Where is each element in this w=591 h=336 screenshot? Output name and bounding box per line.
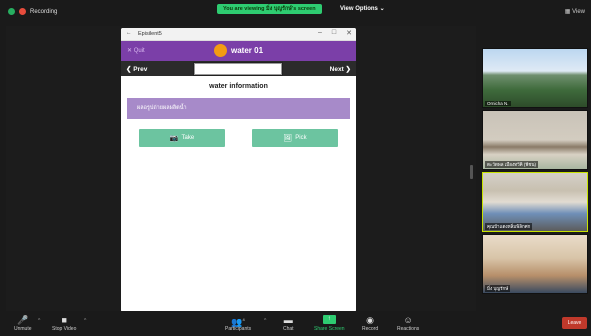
maximize-icon[interactable]: □ (332, 29, 336, 37)
unmute-button[interactable]: 🎤 Unmute (14, 315, 32, 332)
leave-button[interactable]: Leave (562, 317, 587, 329)
window-titlebar: ← Episilent5 – □ ✕ (121, 28, 356, 41)
participant-tile[interactable]: ตะวัดพล เมืองทวีคิ (พีชน) (482, 110, 588, 170)
window-title: Episilent5 (138, 31, 162, 37)
record-label: Record (362, 326, 379, 332)
chat-icon: ▬ (283, 315, 293, 325)
share-screen-label: Share Screen (314, 326, 345, 332)
reactions-button[interactable]: ☺ Reactions (397, 315, 419, 332)
app-logo (214, 44, 227, 57)
viewing-banner: You are viewing มิ่ง บุญรักษ์'s screen (217, 4, 322, 14)
close-icon[interactable]: ✕ (346, 29, 352, 37)
gallery-resize-handle[interactable] (470, 165, 473, 179)
mic-muted-icon: 🎤 (17, 315, 29, 325)
record-dot-icon (19, 8, 26, 15)
participants-count: 4 (242, 317, 245, 322)
participants-chevron-icon[interactable]: ^ (264, 318, 266, 324)
stop-video-label: Stop Video (52, 326, 77, 332)
participant-tile[interactable]: มิ่ง บุญรักษ์ (482, 234, 588, 294)
photo-buttons: 📷 Take 🖼 Pick (121, 129, 356, 147)
app-header: ✕ Quit water 01 (121, 41, 356, 61)
video-options-chevron-icon[interactable]: ^ (84, 318, 86, 324)
video-camera-icon: ■ (61, 315, 67, 325)
participants-label: Participants (225, 326, 252, 332)
chat-button[interactable]: ▬ Chat (283, 315, 294, 332)
view-options-button[interactable]: View Options ⌄ (340, 5, 385, 12)
share-screen-button[interactable]: ↑ Share Screen (314, 315, 345, 332)
prev-button[interactable]: ❮ Prev (126, 65, 147, 73)
shared-app-window: ← Episilent5 – □ ✕ ✕ Quit water 01 ❮ Pre… (121, 28, 356, 312)
unmute-label: Unmute (14, 326, 32, 332)
participant-tile-active-speaker[interactable]: คุณป้าแตงหลิ่มพิลิกศก (482, 172, 588, 232)
section-title: water information (209, 83, 268, 90)
back-arrow-icon[interactable]: ← (126, 30, 132, 36)
participant-name: คุณป้าแตงหลิ่มพิลิกศก (485, 223, 533, 230)
record-button[interactable]: ◉ Record (362, 315, 378, 332)
reactions-icon: ☺ (403, 315, 413, 325)
participant-tile[interactable]: Ornicha N. (482, 48, 588, 108)
recording-indicator: Recording (8, 8, 57, 15)
app-title: water 01 (231, 46, 264, 55)
view-label: View (572, 9, 585, 15)
participant-gallery: Ornicha N. ตะวัดพล เมืองทวีคิ (พีชน) คุณ… (482, 48, 588, 296)
nav-input-field[interactable] (193, 62, 283, 76)
window-controls: – □ ✕ (318, 29, 352, 37)
pick-label: Pick (295, 135, 307, 141)
participant-name: ตะวัดพล เมืองทวีคิ (พีชน) (485, 161, 539, 168)
participants-button[interactable]: 👥4 Participants (225, 315, 251, 332)
view-button[interactable]: ▦ View (565, 8, 585, 15)
share-screen-icon: ↑ (322, 315, 336, 324)
nav-bar: ❮ Prev Next ❯ (121, 61, 356, 76)
record-icon: ◉ (366, 315, 374, 325)
take-label: Take (181, 135, 195, 141)
chat-label: Chat (283, 326, 294, 332)
audio-options-chevron-icon[interactable]: ^ (38, 318, 40, 324)
pick-photo-button[interactable]: 🖼 Pick (252, 129, 338, 147)
camera-icon: 📷 (169, 135, 179, 142)
recording-label: Recording (30, 8, 58, 15)
meeting-toolbar: 🎤 Unmute ^ ■ Stop Video ^ 👥4 Participant… (0, 311, 591, 336)
participant-name: Ornicha N. (485, 101, 511, 106)
take-photo-button[interactable]: 📷 Take (139, 129, 225, 147)
next-button[interactable]: Next ❯ (330, 65, 351, 73)
stop-video-button[interactable]: ■ Stop Video (52, 315, 76, 332)
participant-name: มิ่ง บุญรักษ์ (485, 285, 511, 292)
image-icon: 🖼 (283, 135, 293, 142)
participants-icon: 👥4 (231, 317, 245, 327)
top-bar: Recording You are viewing มิ่ง บุญรักษ์'… (0, 0, 591, 26)
quit-button[interactable]: ✕ Quit (127, 47, 145, 54)
photo-banner: ผลอรูปถ่ายผลผลิตน้ำ (127, 98, 350, 119)
reactions-label: Reactions (397, 326, 420, 332)
minimize-icon[interactable]: – (318, 29, 322, 37)
security-icon[interactable] (8, 8, 15, 15)
